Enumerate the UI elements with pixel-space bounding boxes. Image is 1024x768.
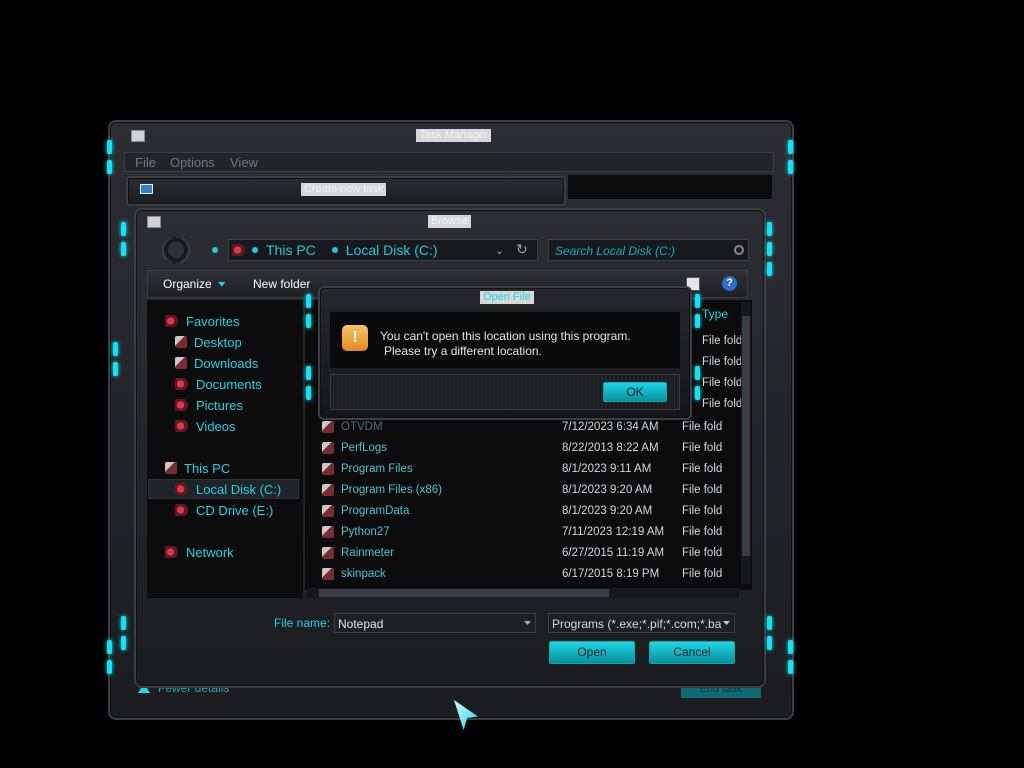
disk-icon (175, 483, 189, 495)
create-task-title: Create new task (301, 183, 387, 196)
nav-favorites[interactable]: Favorites (165, 311, 239, 331)
menu-bar: File Options View (124, 152, 774, 172)
nav-downloads[interactable]: Downloads (175, 353, 258, 373)
alert-message-line1: You can't open this location using this … (380, 329, 631, 343)
nav-network[interactable]: Network (165, 542, 234, 562)
list-item-type: File fold (702, 356, 743, 368)
chevron-down-icon (723, 621, 730, 625)
forward-dot[interactable] (212, 247, 218, 253)
crumb-local-disk[interactable]: Local Disk (C:) (346, 242, 438, 258)
vertical-scrollbar[interactable] (741, 302, 751, 584)
list-item[interactable]: ProgramData 8/1/2023 9:20 AM File fold (322, 500, 742, 521)
refresh-icon[interactable]: ↻ (516, 241, 528, 258)
new-folder-button[interactable]: New folder (253, 277, 310, 291)
alert-message-line2: Please try a different location. (384, 344, 542, 358)
browse-icon (147, 216, 161, 228)
crumb-sep-icon (331, 247, 338, 253)
open-button[interactable]: Open (549, 641, 635, 664)
type-column-header[interactable]: Type (702, 307, 728, 321)
open-file-title: Open File (480, 291, 534, 304)
browse-title: Browse (428, 215, 471, 228)
file-name-input[interactable]: Notepad (334, 613, 536, 633)
organize-button[interactable]: Organize (163, 277, 226, 291)
nav-this-pc[interactable]: This PC (165, 458, 230, 478)
list-item-type: File fold (702, 335, 743, 347)
list-item-type: File fold (702, 377, 743, 389)
chevron-down-icon[interactable] (524, 621, 531, 625)
documents-icon (175, 378, 189, 390)
folder-icon (322, 441, 334, 454)
pictures-icon (175, 399, 189, 411)
folder-icon (322, 525, 334, 538)
nav-cd-drive[interactable]: CD Drive (E:) (175, 500, 273, 520)
scrollbar-thumb[interactable] (319, 589, 609, 597)
nav-documents[interactable]: Documents (175, 374, 262, 394)
nav-local-disk[interactable]: Local Disk (C:) (175, 479, 281, 499)
file-type-select[interactable]: Programs (*.exe;*.pif;*.com;*.ba (548, 613, 735, 633)
search-icon[interactable] (734, 245, 744, 255)
ok-button[interactable]: OK (603, 382, 667, 402)
star-icon (165, 315, 179, 327)
cd-icon (175, 504, 189, 516)
menu-view[interactable]: View (230, 155, 258, 170)
list-item[interactable]: Program Files 8/1/2023 9:11 AM File fold (322, 458, 742, 479)
list-item-type: File fold (702, 398, 743, 410)
search-input[interactable]: Search Local Disk (C:) (548, 239, 749, 261)
computer-icon (232, 244, 246, 256)
black-panel (567, 174, 773, 200)
chevron-down-icon[interactable]: ⌄ (495, 244, 504, 257)
folder-icon (322, 567, 334, 580)
task-manager-title: Task Manager (416, 129, 492, 142)
menu-options[interactable]: Options (170, 155, 215, 170)
cancel-button[interactable]: Cancel (649, 641, 735, 664)
crumb-sep-icon (252, 247, 258, 253)
download-icon (175, 357, 187, 369)
folder-icon (322, 462, 334, 475)
network-icon (165, 546, 179, 558)
videos-icon (175, 420, 189, 432)
list-item[interactable]: Program Files (x86) 8/1/2023 9:20 AM File… (322, 479, 742, 500)
warning-icon: ! (342, 325, 368, 351)
nav-desktop[interactable]: Desktop (175, 332, 242, 352)
help-icon[interactable]: ? (722, 276, 737, 291)
scrollbar-thumb[interactable] (742, 316, 750, 556)
nav-videos[interactable]: Videos (175, 416, 236, 436)
desktop-icon (175, 336, 187, 348)
chevron-down-icon (217, 281, 226, 287)
folder-icon (322, 420, 334, 433)
nav-pictures[interactable]: Pictures (175, 395, 243, 415)
horizontal-scrollbar[interactable] (307, 588, 739, 598)
crumb-this-pc[interactable]: This PC (266, 242, 316, 258)
list-item[interactable]: PerfLogs 8/22/2013 8:22 AM File fold (322, 437, 742, 458)
folder-icon (322, 546, 334, 559)
create-task-icon (140, 184, 153, 194)
list-item[interactable]: Rainmeter 6/27/2015 11:19 AM File fold (322, 542, 742, 563)
file-name-label: File name: (274, 616, 331, 630)
computer-icon (165, 462, 177, 474)
app-icon (131, 130, 145, 142)
list-item[interactable]: Python27 7/11/2023 12:19 AM File fold (322, 521, 742, 542)
folder-icon (322, 504, 334, 517)
list-item[interactable]: skinpack 6/17/2015 8:19 PM File fold (322, 563, 742, 584)
search-placeholder: Search Local Disk (C:) (555, 244, 676, 258)
menu-file[interactable]: File (135, 155, 156, 170)
folder-icon (322, 483, 334, 496)
back-icon[interactable] (158, 236, 194, 264)
